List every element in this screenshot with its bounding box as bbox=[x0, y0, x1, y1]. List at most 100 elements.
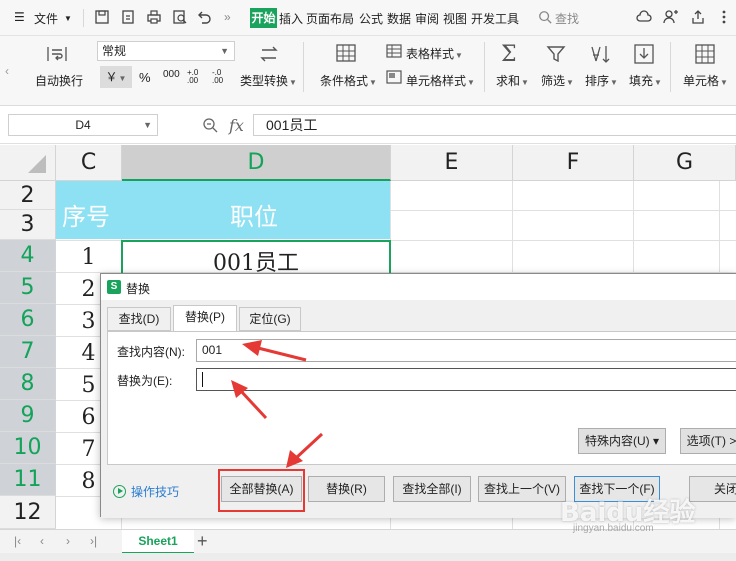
print-preview-icon[interactable] bbox=[172, 9, 188, 25]
export-pdf-icon[interactable] bbox=[120, 9, 136, 25]
add-sheet-button[interactable]: + bbox=[197, 531, 208, 552]
row-header[interactable]: 9 bbox=[0, 400, 56, 432]
hamburger-icon[interactable]: ☰ bbox=[14, 10, 25, 24]
sum-button[interactable]: 求和▼ bbox=[496, 72, 529, 89]
percent-button[interactable]: % bbox=[139, 70, 151, 85]
row-header[interactable]: 7 bbox=[0, 336, 56, 368]
tab-formula[interactable]: 公式 bbox=[359, 10, 383, 27]
tab-insert[interactable]: 插入 bbox=[279, 10, 303, 27]
column-header-f[interactable]: F bbox=[513, 145, 634, 181]
tab-review[interactable]: 审阅 bbox=[415, 10, 439, 27]
column-header-c[interactable]: C bbox=[56, 145, 122, 181]
filter-button[interactable]: 筛选▼ bbox=[541, 72, 574, 89]
chevron-down-icon: ▼ bbox=[220, 46, 229, 56]
prev-sheet-icon[interactable]: ‹ bbox=[40, 534, 44, 548]
print-icon[interactable] bbox=[146, 9, 162, 25]
close-button[interactable]: 关闭 bbox=[689, 476, 736, 502]
fill-button[interactable]: 填充▼ bbox=[629, 72, 662, 89]
thousands-separator-button[interactable]: 000 bbox=[163, 69, 180, 80]
type-convert-icon[interactable] bbox=[258, 44, 280, 64]
conditional-format-button[interactable]: 条件格式▼ bbox=[320, 72, 377, 89]
row-header[interactable]: 8 bbox=[0, 368, 56, 400]
collaborate-icon[interactable] bbox=[663, 9, 679, 25]
select-all-corner[interactable] bbox=[0, 145, 56, 181]
name-box[interactable]: D4 ▼ bbox=[8, 114, 158, 136]
more-options-icon[interactable] bbox=[716, 9, 732, 25]
chevron-down-icon[interactable]: ▼ bbox=[64, 14, 72, 23]
row-header[interactable]: 6 bbox=[0, 304, 56, 336]
special-content-button[interactable]: 特殊内容(U) ▾ bbox=[578, 428, 666, 454]
last-sheet-icon[interactable]: ›| bbox=[90, 534, 97, 548]
wrap-text-button[interactable]: 自动换行 bbox=[35, 72, 83, 89]
options-button[interactable]: 选项(T) >> bbox=[680, 428, 736, 454]
share-icon[interactable] bbox=[690, 9, 706, 25]
undo-icon[interactable] bbox=[196, 9, 212, 25]
find-all-button[interactable]: 查找全部(I) bbox=[393, 476, 471, 502]
ribbon-scroll-left-icon[interactable]: ‹ bbox=[0, 36, 14, 106]
conditional-format-icon[interactable] bbox=[335, 43, 357, 63]
tips-link[interactable]: 操作技巧 bbox=[113, 483, 179, 500]
find-input[interactable]: 001 bbox=[196, 339, 736, 362]
row-header[interactable]: 11 bbox=[0, 464, 56, 496]
column-header-g[interactable]: G bbox=[634, 145, 736, 181]
header-position-cell[interactable]: 职位 bbox=[230, 197, 278, 232]
tab-home[interactable]: 开始 bbox=[250, 8, 277, 28]
save-icon[interactable] bbox=[94, 9, 110, 25]
divider bbox=[83, 9, 84, 27]
row-header[interactable]: 10 bbox=[0, 432, 56, 464]
find-prev-button[interactable]: 查找上一个(V) bbox=[478, 476, 566, 502]
cell-button[interactable]: 单元格▼ bbox=[683, 72, 728, 89]
sort-icon[interactable] bbox=[589, 43, 611, 65]
row-header[interactable]: 2 bbox=[0, 181, 56, 210]
search-icon[interactable] bbox=[538, 10, 552, 24]
number-format-select[interactable]: 常规 ▼ bbox=[97, 41, 235, 61]
tab-view[interactable]: 视图 bbox=[443, 10, 467, 27]
tab-data[interactable]: 数据 bbox=[387, 10, 411, 27]
sum-icon[interactable]: Σ bbox=[501, 42, 517, 67]
watermark-url: jingyan.baidu.com bbox=[573, 523, 654, 534]
column-header-d[interactable]: D bbox=[122, 145, 391, 181]
currency-button[interactable]: ￥▼ bbox=[100, 66, 132, 88]
divider bbox=[484, 42, 485, 92]
row-header[interactable]: 3 bbox=[0, 210, 56, 240]
cell-style-icon[interactable] bbox=[386, 70, 402, 84]
header-seq-cell[interactable]: 序号 bbox=[62, 197, 110, 232]
more-quick-access[interactable]: » bbox=[224, 10, 231, 24]
dialog-title-bar[interactable]: S 替换 bbox=[101, 274, 736, 300]
cell-icon[interactable] bbox=[694, 43, 716, 65]
file-menu[interactable]: 文件 bbox=[34, 10, 58, 27]
status-bar bbox=[0, 553, 736, 561]
tab-replace[interactable]: 替换(P) bbox=[173, 305, 237, 332]
replace-panel: 查找内容(N): 001 替换为(E): 特殊内容(U) ▾ 选项(T) >> bbox=[107, 331, 736, 465]
decrease-decimal-button[interactable]: -.0 .00 bbox=[212, 69, 232, 85]
first-sheet-icon[interactable]: |‹ bbox=[14, 534, 21, 548]
tab-developer[interactable]: 开发工具 bbox=[471, 10, 519, 27]
increase-decimal-button[interactable]: +.0 .00 bbox=[187, 69, 207, 85]
table-style-icon[interactable] bbox=[386, 44, 402, 58]
tab-find[interactable]: 查找(D) bbox=[107, 307, 171, 331]
sheet-tab-sheet1[interactable]: Sheet1 bbox=[122, 530, 194, 554]
wrap-text-icon[interactable] bbox=[46, 44, 68, 64]
cloud-sync-icon[interactable] bbox=[636, 9, 652, 25]
formula-input[interactable]: 001员工 bbox=[253, 114, 736, 136]
fill-icon[interactable] bbox=[633, 43, 655, 65]
column-header-e[interactable]: E bbox=[391, 145, 513, 181]
insert-function-button[interactable]: fx bbox=[229, 116, 244, 135]
divider bbox=[670, 42, 671, 92]
type-convert-button[interactable]: 类型转换▼ bbox=[240, 72, 297, 89]
tab-page-layout[interactable]: 页面布局 bbox=[306, 10, 354, 27]
table-style-button[interactable]: 表格样式▼ bbox=[406, 45, 463, 62]
zoom-search-icon[interactable] bbox=[202, 117, 218, 133]
sort-button[interactable]: 排序▼ bbox=[585, 72, 618, 89]
replace-button[interactable]: 替换(R) bbox=[308, 476, 385, 502]
replace-input[interactable] bbox=[196, 368, 736, 391]
search-label[interactable]: 查找 bbox=[555, 10, 579, 27]
row-header[interactable]: 5 bbox=[0, 272, 56, 304]
tab-goto[interactable]: 定位(G) bbox=[239, 307, 301, 331]
row-header[interactable]: 4 bbox=[0, 240, 56, 272]
cell-c4[interactable]: 1 bbox=[56, 245, 121, 270]
filter-icon[interactable] bbox=[546, 44, 566, 64]
row-header[interactable]: 12 bbox=[0, 496, 56, 529]
cell-style-button[interactable]: 单元格样式▼ bbox=[406, 72, 475, 89]
next-sheet-icon[interactable]: › bbox=[66, 534, 70, 548]
